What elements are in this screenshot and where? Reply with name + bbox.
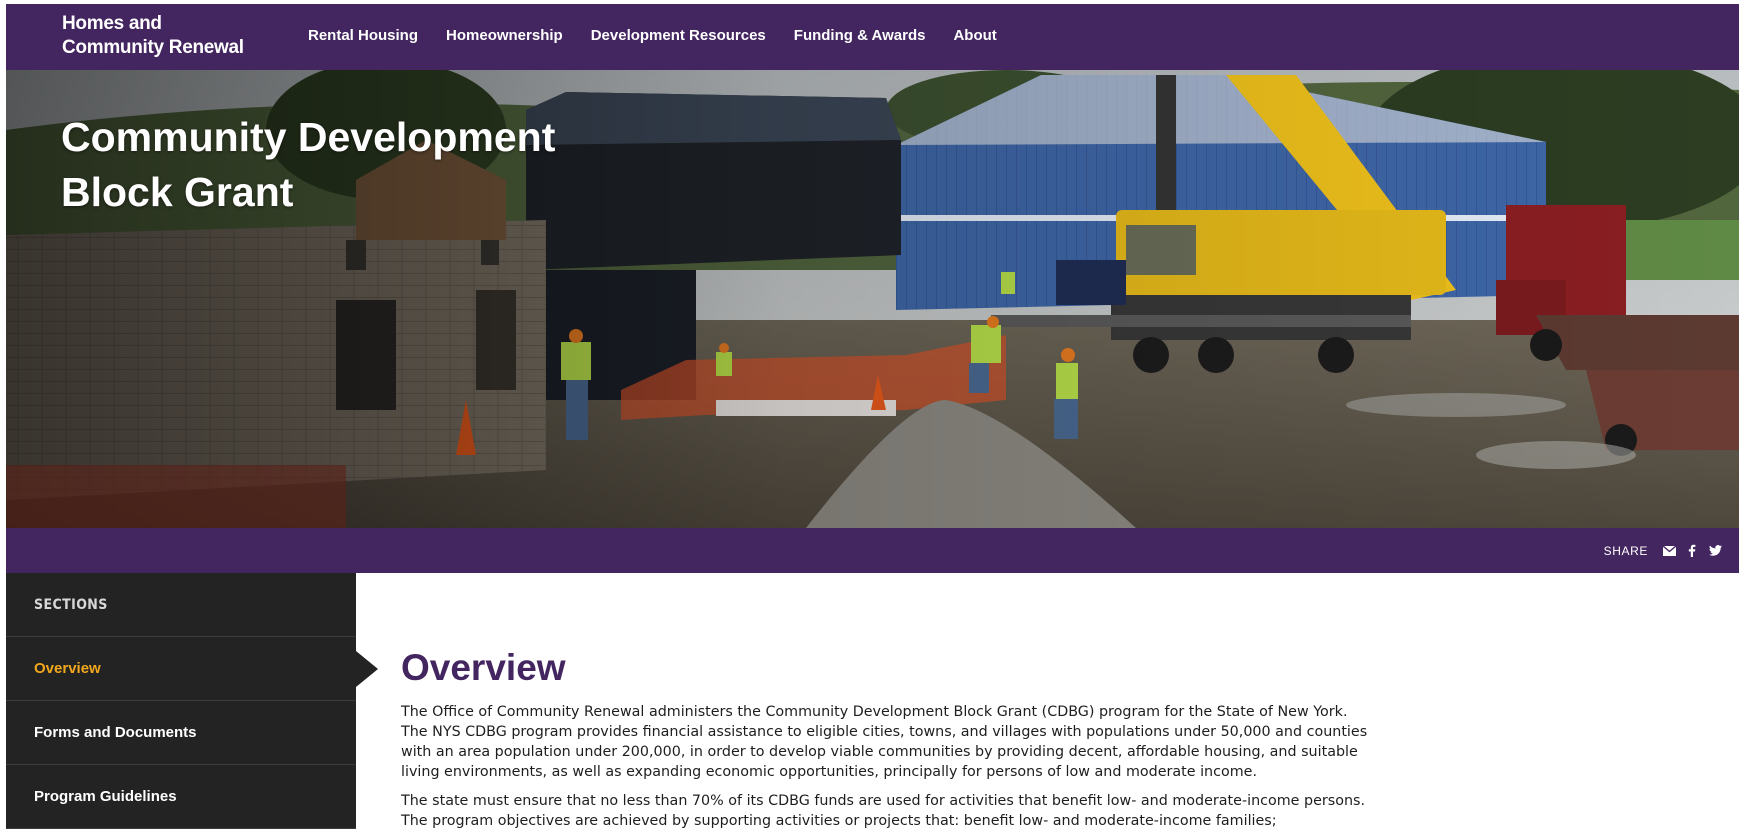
sidebar-item-label: Forms and Documents <box>34 724 197 741</box>
hero-banner: Community Development Block Grant <box>6 70 1739 528</box>
sidebar-item-forms-and-documents[interactable]: Forms and Documents <box>6 701 356 765</box>
sidebar-heading: SECTIONS <box>6 573 356 637</box>
share-group: SHARE <box>1604 528 1725 573</box>
sidebar-item-label: Program Guidelines <box>34 788 177 805</box>
nav-rental-housing[interactable]: Rental Housing <box>308 27 418 44</box>
page-title-line-1: Community Development <box>61 114 556 160</box>
nav-homeownership[interactable]: Homeownership <box>446 27 563 44</box>
twitter-icon[interactable] <box>1705 541 1725 561</box>
page-title-line-2: Block Grant <box>61 169 294 215</box>
facebook-icon[interactable] <box>1682 541 1702 561</box>
sidebar-item-program-guidelines[interactable]: Program Guidelines <box>6 765 356 829</box>
share-bar: SHARE <box>6 528 1739 573</box>
section-heading: Overview <box>401 647 566 688</box>
sidebar-item-label: Overview <box>34 660 101 677</box>
main-menu: Rental Housing Homeownership Development… <box>308 4 1025 66</box>
nav-about[interactable]: About <box>953 27 996 44</box>
page-title: Community Development Block Grant <box>61 110 555 220</box>
brand-line-1: Homes and <box>62 13 162 34</box>
page-frame: Homes and Community Renewal Rental Housi… <box>6 4 1739 829</box>
top-navigation: Homes and Community Renewal Rental Housi… <box>6 4 1739 70</box>
main-content: Overview The Office of Community Renewal… <box>401 573 1401 829</box>
sections-sidebar: SECTIONS Overview Forms and Documents Pr… <box>6 573 378 829</box>
brand-line-2: Community Renewal <box>62 37 244 58</box>
site-logo[interactable]: Homes and Community Renewal <box>62 12 244 60</box>
sidebar-item-overview[interactable]: Overview <box>6 637 378 701</box>
overview-paragraph-2: The state must ensure that no less than … <box>401 793 1366 829</box>
nav-development-resources[interactable]: Development Resources <box>591 27 766 44</box>
email-icon[interactable] <box>1659 541 1679 561</box>
active-pointer-icon <box>356 651 378 687</box>
overview-paragraph-1: The Office of Community Renewal administ… <box>401 704 1368 780</box>
nav-funding-awards[interactable]: Funding & Awards <box>794 27 926 44</box>
share-label: SHARE <box>1603 543 1648 558</box>
